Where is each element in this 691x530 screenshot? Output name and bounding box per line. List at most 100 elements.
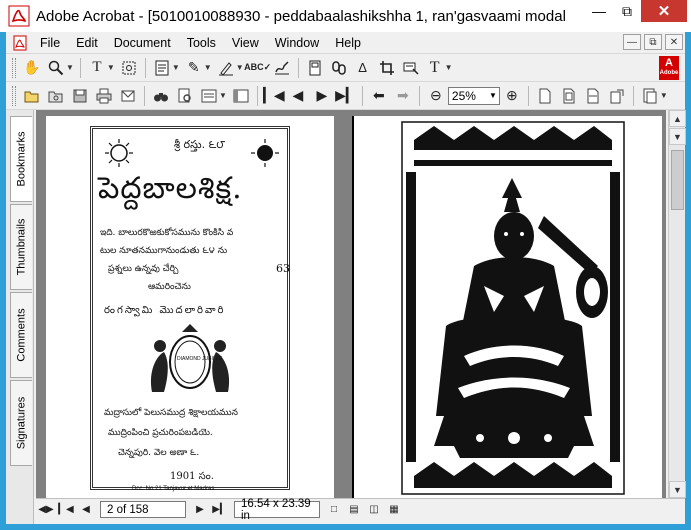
continuous-layout-icon[interactable]: ▤: [345, 501, 363, 519]
toolbar-tools: ✋ ▼ T ▼ ▼ ✎ ▼ ▼ ABC✓ ∆ T ▼ A Adobe: [6, 54, 685, 82]
pencil-dropdown-icon[interactable]: ▼: [204, 63, 212, 72]
last-page-icon[interactable]: ▶▎: [335, 85, 357, 107]
status-first-page-icon[interactable]: ▎◀: [57, 501, 75, 519]
sun-emblem-icon: [105, 139, 133, 167]
title-bar: Adobe Acrobat - [5010010088930 - peddaba…: [0, 0, 691, 32]
open-icon[interactable]: [21, 85, 43, 107]
menu-document[interactable]: Document: [106, 36, 179, 50]
link-tool-icon[interactable]: [328, 57, 350, 79]
print-icon[interactable]: [93, 85, 115, 107]
search-document-icon[interactable]: [174, 85, 196, 107]
tab-signatures[interactable]: Signatures: [10, 380, 32, 466]
note-dropdown-icon[interactable]: ▼: [172, 63, 180, 72]
show-hide-navigation-icon[interactable]: [230, 85, 252, 107]
first-page-icon[interactable]: ▎◀: [263, 85, 285, 107]
article-tool-icon[interactable]: [304, 57, 326, 79]
menu-view[interactable]: View: [224, 36, 267, 50]
rotate-view-icon[interactable]: [606, 85, 628, 107]
window-title: Adobe Acrobat - [5010010088930 - peddaba…: [36, 7, 566, 25]
doc-minimize-button[interactable]: —: [623, 34, 641, 50]
pencil-tool-icon[interactable]: ✎: [183, 57, 205, 79]
adobe-logo-icon[interactable]: A Adobe: [659, 56, 679, 80]
doc-restore-button[interactable]: ⧉: [644, 34, 662, 50]
movie-tool-icon[interactable]: ∆: [352, 57, 374, 79]
menu-file[interactable]: File: [32, 36, 68, 50]
tab-bookmarks[interactable]: Bookmarks: [10, 116, 32, 202]
facing-layout-icon[interactable]: ◫: [365, 501, 383, 519]
crop-tool-icon[interactable]: [376, 57, 398, 79]
zoom-level-dropdown-icon[interactable]: ▼: [489, 91, 497, 100]
go-back-icon[interactable]: ⬅: [368, 85, 390, 107]
page-layout-dropdown-icon[interactable]: ▼: [660, 91, 668, 100]
page-text-line2: టుల నూతనముగానుండుతు ౬౪ ను: [100, 246, 228, 256]
minimize-button[interactable]: —: [585, 0, 613, 22]
close-button[interactable]: ✕: [641, 0, 687, 22]
zoom-tool-icon[interactable]: [45, 57, 67, 79]
hand-tool-icon[interactable]: ✋: [21, 57, 43, 79]
snapshot-tool-icon[interactable]: [118, 57, 140, 79]
email-icon[interactable]: [117, 85, 139, 107]
scroll-up-button[interactable]: ▲: [669, 110, 686, 127]
doc-close-button[interactable]: ✕: [665, 34, 683, 50]
moon-emblem-icon: [251, 139, 279, 167]
scroll-down-button[interactable]: ▼: [669, 481, 686, 498]
menu-window[interactable]: Window: [267, 36, 327, 50]
menu-edit[interactable]: Edit: [68, 36, 106, 50]
restore-button[interactable]: ⧉: [613, 0, 641, 22]
split-view-icon[interactable]: ◀▶: [37, 501, 55, 519]
zoom-in-icon[interactable]: ⊕: [501, 85, 523, 107]
previous-page-icon[interactable]: ◀: [287, 85, 309, 107]
actual-size-icon[interactable]: [534, 85, 556, 107]
page-illustration: [352, 116, 662, 498]
scrollbar-thumb[interactable]: [671, 150, 684, 210]
sign-tool-icon[interactable]: [271, 57, 293, 79]
tab-thumbnails[interactable]: Thumbnails: [10, 204, 32, 290]
text-select-dropdown-icon[interactable]: ▼: [107, 63, 115, 72]
toolbar-grip[interactable]: [12, 85, 16, 106]
menu-bar: File Edit Document Tools View Window Hel…: [6, 32, 685, 54]
page-number-field[interactable]: 2 of 158: [100, 501, 186, 518]
status-previous-page-icon[interactable]: ◀: [77, 501, 95, 519]
separator: [361, 85, 363, 106]
fit-width-icon[interactable]: [582, 85, 604, 107]
next-page-icon[interactable]: ▶: [311, 85, 333, 107]
page-side-number: 63: [276, 262, 290, 275]
toolbar-grip[interactable]: [12, 57, 16, 78]
page-title-page: శ్రీ రస్తు. ౬౮ పెద్దబాలశిక్ష. ఇది. బాలుర…: [46, 116, 334, 498]
zoom-level-input[interactable]: 25% ▼: [447, 86, 500, 105]
zoom-out-icon[interactable]: ⊖: [425, 85, 447, 107]
zoom-tool-dropdown-icon[interactable]: ▼: [66, 63, 74, 72]
document-view[interactable]: శ్రీ రస్తు. ౬౮ పెద్దబాలశిక్ష. ఇది. బాలుర…: [36, 110, 666, 498]
continuous-facing-layout-icon[interactable]: ▦: [385, 501, 403, 519]
menu-help[interactable]: Help: [327, 36, 369, 50]
touchup-text-tool-icon[interactable]: T: [424, 57, 446, 79]
search-binoculars-icon[interactable]: [150, 85, 172, 107]
scroll-down-small-button[interactable]: ▼: [669, 128, 686, 145]
saraswati-illustration-icon: [401, 121, 625, 495]
status-next-page-icon[interactable]: ▶: [191, 501, 209, 519]
page-size-field: 16.54 x 23.39 in: [234, 498, 320, 522]
save-icon[interactable]: [69, 85, 91, 107]
form-tool-icon[interactable]: [400, 57, 422, 79]
fit-page-icon[interactable]: [558, 85, 580, 107]
acrobat-app-icon: [8, 5, 30, 27]
menu-tools[interactable]: Tools: [179, 36, 224, 50]
index-search-icon[interactable]: [198, 85, 220, 107]
zoom-level-value: 25%: [451, 88, 476, 103]
separator: [256, 85, 258, 106]
touchup-dropdown-icon[interactable]: ▼: [445, 63, 453, 72]
status-last-page-icon[interactable]: ▶▎: [211, 501, 229, 519]
note-tool-icon[interactable]: [151, 57, 173, 79]
highlight-tool-icon[interactable]: [215, 57, 237, 79]
go-forward-icon[interactable]: ➡: [392, 85, 414, 107]
tab-comments[interactable]: Comments: [10, 292, 32, 378]
text-select-tool-icon[interactable]: T: [86, 57, 108, 79]
page-layout-icon[interactable]: [639, 85, 661, 107]
browse-icon[interactable]: [45, 85, 67, 107]
vertical-scrollbar[interactable]: ▲ ▼ ▼: [668, 110, 686, 498]
single-page-layout-icon[interactable]: □: [325, 501, 343, 519]
spell-check-icon[interactable]: ABC✓: [244, 57, 271, 79]
document-icon[interactable]: [12, 35, 28, 51]
search-dropdown-icon[interactable]: ▼: [219, 91, 227, 100]
highlight-dropdown-icon[interactable]: ▼: [236, 63, 244, 72]
